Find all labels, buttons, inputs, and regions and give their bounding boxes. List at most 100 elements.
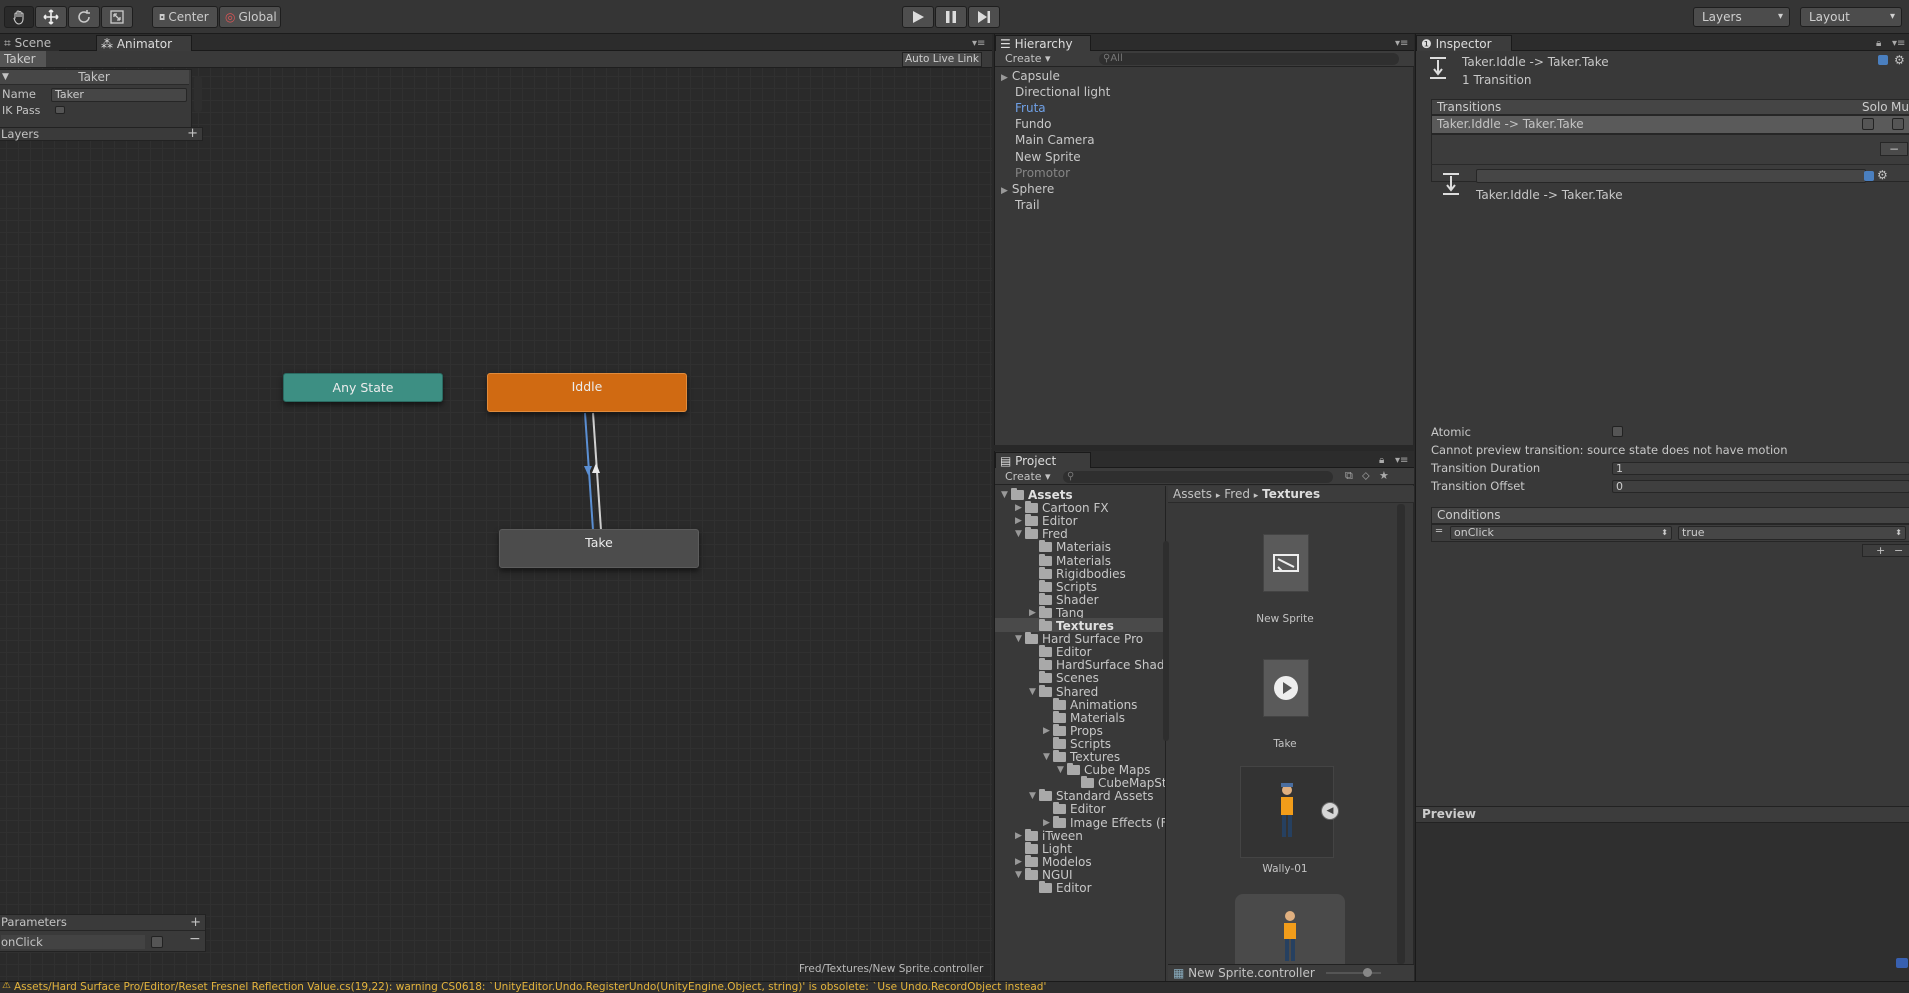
project-tree-item[interactable]: ▼ NGUI (1015, 867, 1073, 882)
project-tree-item[interactable]: CubeMapSt (1071, 776, 1165, 790)
expand-arrow-icon[interactable]: ▶ (1043, 726, 1053, 736)
project-tree-item[interactable]: ▶ Image Effects (F (1043, 815, 1165, 830)
expand-arrow-icon[interactable]: ▶ (1015, 503, 1025, 513)
expand-arrow-icon[interactable]: ▼ (1015, 634, 1025, 644)
asset-new-sprite-thumb[interactable] (1263, 534, 1309, 592)
tab-hierarchy[interactable]: ☰ Hierarchy (995, 35, 1091, 51)
parameter-value-checkbox[interactable] (151, 936, 163, 948)
console-toggle-icon[interactable] (1896, 958, 1908, 968)
state-iddle[interactable]: Iddle (487, 373, 687, 412)
scale-tool-button[interactable] (101, 6, 133, 28)
project-create-button[interactable]: Create ▾ (1005, 470, 1051, 483)
project-tree-item[interactable]: ▼ Standard Assets (1029, 789, 1153, 803)
expand-arrow-icon[interactable]: ▶ (1001, 186, 1008, 196)
condition-parameter-dropdown[interactable]: onClick ⬍ (1450, 526, 1672, 540)
project-tree-item[interactable]: Scenes (1029, 671, 1099, 685)
project-tree-item[interactable]: ▶ Cartoon FX (1015, 501, 1109, 515)
gear-icon[interactable]: ⚙ (1894, 53, 1905, 67)
zoom-slider-handle[interactable] (1363, 968, 1372, 977)
project-tree-item[interactable]: HardSurface Shade (1029, 658, 1165, 672)
breadcrumb[interactable]: Taker (0, 51, 46, 67)
expand-arrow-icon[interactable]: ▶ (1015, 857, 1025, 867)
project-tree-item[interactable]: Animations (1043, 697, 1137, 712)
atomic-checkbox[interactable] (1612, 426, 1623, 437)
hierarchy-item[interactable]: ▶ Sphere (1001, 182, 1054, 196)
add-parameter-button[interactable]: + (190, 915, 201, 930)
project-tree-item[interactable]: ▶ Props (1043, 723, 1103, 738)
tab-scene[interactable]: ⌗ Scene (0, 35, 60, 51)
tab-animator[interactable]: ⁂ Animator (96, 35, 192, 51)
expand-arrow-icon[interactable]: ▼ (1015, 870, 1025, 880)
console-status-bar[interactable]: ⚠ Assets/Hard Surface Pro/Editor/Reset F… (0, 981, 1909, 993)
lock-icon[interactable]: 🔒︎ (1379, 455, 1384, 466)
favorite-star-icon[interactable]: ★ (1379, 469, 1389, 482)
rotate-tool-button[interactable] (68, 6, 100, 28)
project-tree-item[interactable]: Editor (1043, 802, 1106, 816)
expand-arrow-icon[interactable]: ▼ (1043, 752, 1053, 762)
step-button[interactable] (968, 6, 1000, 28)
project-tree-item[interactable]: ▼ Hard Surface Pro (1015, 632, 1143, 646)
project-tree-item[interactable]: Editor (1029, 881, 1092, 895)
asset-wally-thumb[interactable] (1240, 766, 1334, 858)
pivot-center-button[interactable]: ◘ Center (152, 6, 218, 28)
hierarchy-item[interactable]: Promotor (1001, 166, 1070, 180)
hierarchy-item[interactable]: Fruta (1001, 101, 1046, 115)
panel-menu-icon[interactable]: ▾≡ (1892, 38, 1905, 49)
hand-tool-button[interactable] (4, 6, 34, 28)
layers-dropdown[interactable]: Layers (1693, 7, 1790, 27)
filter-type-icon[interactable]: ⧉ (1345, 469, 1353, 483)
tab-project[interactable]: ▤ Project (995, 452, 1091, 468)
expand-arrow-icon[interactable]: ▶ (1043, 818, 1053, 828)
hierarchy-search-input[interactable]: ⚲All (1099, 53, 1399, 65)
project-tree-item[interactable]: Scripts (1043, 736, 1111, 751)
project-tree-item[interactable]: Materials (1043, 710, 1125, 725)
hierarchy-create-button[interactable]: Create ▾ (1005, 52, 1051, 65)
project-tree-item[interactable]: Textures (1029, 619, 1114, 633)
preview-header[interactable]: Preview (1416, 806, 1909, 823)
breadcrumb-fred[interactable]: Fred (1224, 487, 1250, 501)
project-tree-item[interactable]: Rigidbodies (1029, 566, 1126, 581)
condition-value-dropdown[interactable]: true ⬍ (1678, 526, 1906, 540)
project-tree-item[interactable]: Light (1015, 841, 1072, 856)
duration-field[interactable]: 1 (1612, 462, 1909, 475)
tab-inspector[interactable]: ❶ Inspector (1416, 35, 1512, 51)
expand-arrow-icon[interactable]: ▶ (1015, 516, 1025, 526)
expand-arrow-icon[interactable]: ▼ (1057, 765, 1067, 775)
project-tree-item[interactable]: ▶ iTween (1015, 828, 1083, 843)
project-tree-item[interactable]: ▶ Editor (1015, 514, 1078, 528)
assets-scrollbar[interactable] (1397, 504, 1405, 964)
panel-menu-icon[interactable]: ▾≡ (972, 38, 985, 49)
hierarchy-item[interactable]: Directional light (1001, 85, 1110, 99)
zoom-slider[interactable] (1326, 972, 1381, 974)
expand-arrow-icon[interactable]: ▼ (1029, 687, 1039, 697)
parameter-name-field[interactable]: onClick (1, 935, 145, 949)
tree-scrollbar[interactable] (1163, 541, 1169, 741)
add-condition-button[interactable]: + (1876, 545, 1885, 556)
move-tool-button[interactable] (35, 6, 67, 28)
remove-transition-button[interactable]: − (1880, 142, 1908, 156)
add-layer-button[interactable]: + (187, 127, 198, 140)
mute-checkbox[interactable] (1892, 118, 1904, 130)
remove-parameter-button[interactable]: − (189, 931, 201, 947)
project-tree-item[interactable]: Materials (1029, 553, 1111, 568)
hierarchy-item[interactable]: Main Camera (1001, 133, 1095, 147)
project-tree-item[interactable]: ▼ Assets (1001, 488, 1073, 502)
filter-label-icon[interactable]: ⬦ (1362, 469, 1370, 483)
hierarchy-item[interactable]: New Sprite (1001, 150, 1081, 164)
remove-condition-button[interactable]: − (1894, 545, 1903, 556)
animator-graph[interactable]: Any State Iddle Take ▼ Taker Name Taker I… (0, 68, 992, 981)
play-button[interactable] (902, 6, 934, 28)
asset-take-thumb[interactable] (1263, 659, 1309, 717)
hierarchy-item[interactable]: ▶ Capsule (1001, 69, 1060, 83)
gear-icon[interactable]: ⚙ (1877, 168, 1888, 182)
expand-sprite-button[interactable]: ◀ (1321, 802, 1339, 820)
state-take[interactable]: Take (499, 529, 699, 568)
help-icon[interactable] (1878, 55, 1888, 65)
project-tree-item[interactable]: ▼ Shared (1029, 684, 1098, 699)
drag-handle-icon[interactable]: ═ (1436, 526, 1442, 537)
project-tree-item[interactable]: ▼ Cube Maps (1057, 763, 1150, 777)
project-tree-item[interactable]: ▼ Textures (1043, 750, 1120, 764)
expand-arrow-icon[interactable]: ▶ (1029, 608, 1039, 618)
project-search-input[interactable]: ⚲ (1063, 471, 1333, 483)
transition-name-field[interactable] (1476, 169, 1866, 183)
